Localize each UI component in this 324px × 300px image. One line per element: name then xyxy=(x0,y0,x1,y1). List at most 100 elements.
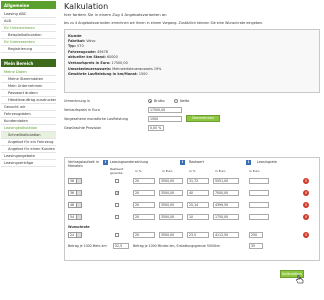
wunschrate-input[interactable]: 250 xyxy=(249,232,263,238)
vk-input[interactable]: 17500,00 xyxy=(148,107,182,113)
rest-pct-input[interactable]: 40 xyxy=(187,190,209,196)
mwst-value: Mehrwertsteuerausweis 19% xyxy=(112,66,162,71)
garantie-checkbox[interactable] xyxy=(115,215,119,219)
sidebar-item-leasingangebote[interactable]: Leasingangebote xyxy=(1,153,56,160)
rate-input[interactable] xyxy=(249,190,269,196)
sidebar-item-stammdaten[interactable]: Meine Stammdaten xyxy=(1,76,56,83)
garantie-checkbox[interactable] xyxy=(115,203,119,207)
sidebar-item-unternehmen-mein[interactable]: Mein Unternehmen xyxy=(1,83,56,90)
code-value: 45678 xyxy=(97,49,108,54)
sonder-eur-input[interactable]: 3500,00 xyxy=(159,232,183,238)
sidebar-item-angebot-kunde[interactable]: Angebot für einen Kunden xyxy=(1,146,56,153)
wunschrate-label: Wunschrate xyxy=(68,225,90,229)
rest-pct-input[interactable]: 25,14 xyxy=(187,202,209,208)
col-sonder-pct: in % xyxy=(135,169,142,173)
sidebar-item-haendlerauftrag[interactable]: Händlerauftrag ausdrucken xyxy=(1,97,56,104)
rest-pct-input[interactable]: 10 xyxy=(187,214,209,220)
code-label: Fahrzeugcode: xyxy=(68,49,97,54)
info-icon[interactable]: i xyxy=(180,160,185,165)
uebernehmen-button[interactable]: Übernehmen xyxy=(186,115,220,122)
info-icon[interactable]: i xyxy=(246,160,251,165)
sonder-pct-input[interactable]: 20 xyxy=(133,190,155,196)
brutto-radio[interactable] xyxy=(148,99,152,103)
col-sonder-eur: in Euro xyxy=(162,169,173,173)
garantie-checkbox[interactable] xyxy=(115,179,119,183)
provision-label: Gewünschte Provision xyxy=(64,126,102,130)
main-content: Kalkulation hier fordern Sie in einem Zu… xyxy=(64,2,320,298)
provision-select[interactable]: 0,00 % xyxy=(148,125,164,131)
mwst-label: Umsatzsteuerausweis: xyxy=(68,66,112,71)
sidebar-item-meine-daten[interactable]: Meine Daten xyxy=(1,69,56,76)
mehr-km-input[interactable]: 52,5 xyxy=(113,243,129,249)
sonder-pct-input[interactable]: 20 xyxy=(133,214,155,220)
sidebar-item-unternehmen[interactable]: für Unternehmen xyxy=(1,25,56,32)
preis-label: Verkaufspreis in Euro: xyxy=(68,60,111,65)
sonder-eur-input[interactable]: 3500,00 xyxy=(159,178,183,184)
rest-pct-input[interactable]: 31,72 xyxy=(187,178,209,184)
sidebar-item-fahrzeugdaten[interactable]: Fahrzeugdaten xyxy=(1,111,56,118)
col-sonderzahlung: Leasingsonderzahlung xyxy=(110,160,149,164)
info-icon[interactable]: i xyxy=(103,160,108,165)
rest-eur-input[interactable]: 7000,00 xyxy=(213,190,239,196)
page-subtitle: hier fordern Sie in einem Zug 4 Angebots… xyxy=(64,12,167,17)
laufzeit-select[interactable]: 36 xyxy=(68,190,82,196)
sidebar-item-passwort[interactable]: Passwort ändern xyxy=(1,90,56,97)
col-restwert-garantie: Restwert garantie xyxy=(110,167,124,175)
sidebar-item-leasingkalkulation[interactable]: Leasingkalkulation xyxy=(1,125,56,132)
rate-input[interactable] xyxy=(249,214,269,220)
col-restwert: Restwert xyxy=(189,160,204,164)
sidebar-item-schnellkalkulation[interactable]: Schnellkalkulation xyxy=(1,132,56,139)
laufleistung-input-label: Vorgesehene monatliche Laufleistung xyxy=(64,117,128,121)
rate-input[interactable] xyxy=(249,202,269,208)
sidebar-section-header: Mein Bereich xyxy=(1,59,56,67)
page-title: Kalkulation xyxy=(64,2,109,11)
sonder-pct-input[interactable]: 20 xyxy=(133,178,155,184)
vk-label: Verkaufspreis in Euro xyxy=(64,108,100,112)
sonder-eur-input[interactable]: 3500,00 xyxy=(159,214,183,220)
sidebar-item-gesucht[interactable]: Gesucht wir xyxy=(1,104,56,111)
vehicle-summary: Kunde Fabrikat: Volvo Typ: V70 Fahrzeugc… xyxy=(64,29,320,93)
laufzeit-select[interactable]: 48 xyxy=(68,202,82,208)
ust-label: Umrechnung in xyxy=(64,99,90,103)
sonder-eur-input[interactable]: 3500,00 xyxy=(159,202,183,208)
sidebar-item-kundendaten[interactable]: Kundendaten xyxy=(1,118,56,125)
km-value: 60000 xyxy=(106,55,118,60)
laufleistung-input[interactable]: 1500 xyxy=(148,116,182,122)
sidebar-item-beispielkalkulation[interactable]: Beispielkalkulation xyxy=(1,32,56,39)
netto-radio[interactable] xyxy=(174,99,178,103)
col-rate-eur: in Euro xyxy=(249,169,260,173)
rest-eur-input[interactable]: 4399,50 xyxy=(213,202,239,208)
garantie-checkbox[interactable] xyxy=(115,190,119,195)
rest-eur-input[interactable]: 1750,00 xyxy=(213,214,239,220)
rest-eur-input[interactable]: 4112,50 xyxy=(213,232,239,238)
delete-icon[interactable]: × xyxy=(303,178,309,184)
marke-value: Volvo xyxy=(86,38,96,43)
delete-icon[interactable]: × xyxy=(303,202,309,208)
delete-icon[interactable]: × xyxy=(303,190,309,196)
laufleistung-label: Gewährte Laufleistung in km/Monat: xyxy=(68,72,138,77)
minder-km-input[interactable]: 35 xyxy=(249,243,263,249)
sidebar-item-registrierung[interactable]: Registrierung xyxy=(1,46,56,53)
rate-input[interactable] xyxy=(249,178,269,184)
sidebar-item-leasingvertraege[interactable]: Leasingverträge xyxy=(1,160,56,167)
sidebar-item-alb[interactable]: ALB xyxy=(1,18,56,25)
laufzeit-select[interactable]: 54 xyxy=(68,214,82,220)
sidebar-item-angebot-fahrzeug[interactable]: Angebot für ein Fahrzeug xyxy=(1,139,56,146)
garantie-checkbox[interactable] xyxy=(115,233,119,237)
preis-value: 17500,00 xyxy=(111,60,128,65)
sonder-pct-input[interactable]: 20 xyxy=(133,232,155,238)
sonder-pct-input[interactable]: 20 xyxy=(133,202,155,208)
delete-icon[interactable]: × xyxy=(303,214,309,220)
sidebar-item-interessenten[interactable]: für Interessenten xyxy=(1,39,56,46)
laufzeit-select[interactable]: 36 xyxy=(68,178,82,184)
rest-pct-input[interactable]: 23,5 xyxy=(187,232,209,238)
rest-eur-input[interactable]: 5551,00 xyxy=(213,178,239,184)
marke-label: Fabrikat: xyxy=(68,38,86,43)
col-leasingrate: Leasingrate xyxy=(257,160,277,164)
variants-table: Vertragslaufzeit in Monaten i Leasingson… xyxy=(64,157,320,261)
laufzeit-select[interactable]: 24 xyxy=(68,232,82,238)
delete-icon[interactable]: × xyxy=(303,232,309,238)
sonder-eur-input[interactable]: 3500,00 xyxy=(159,190,183,196)
sidebar: Allgemeine Information Leasing ABC ALB f… xyxy=(1,1,56,299)
col-laufzeit: Vertragslaufzeit in Monaten xyxy=(68,160,99,168)
